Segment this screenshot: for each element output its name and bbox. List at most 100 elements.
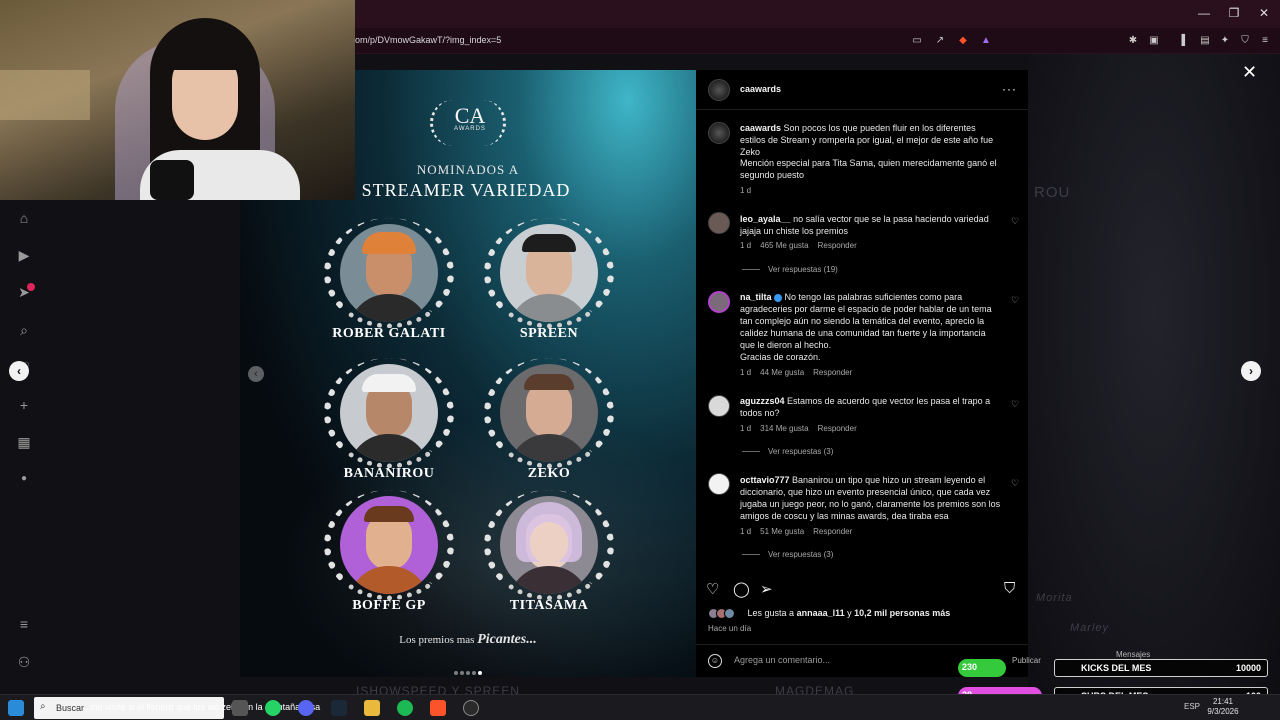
search-icon[interactable]: ⌕ [15, 321, 33, 339]
nominee-name: BANANIROU [343, 466, 435, 481]
comment-avatar[interactable] [708, 395, 730, 417]
steam-icon[interactable] [331, 700, 347, 716]
brave-browser-icon[interactable] [430, 700, 446, 716]
vpn-icon[interactable]: ⛉ [1238, 34, 1252, 48]
likes-user[interactable]: annaaa_l11 [797, 608, 845, 618]
language-indicator[interactable]: ESP [1184, 702, 1200, 711]
likes-count[interactable]: 10,2 mil personas más [854, 608, 950, 618]
comment-reply-link[interactable]: Responder [813, 527, 852, 536]
comment-like-icon[interactable]: ♡ [1011, 216, 1019, 227]
comment-like-icon[interactable]: ♡ [1011, 399, 1019, 410]
comment-username[interactable]: aguzzzs04 [740, 396, 785, 406]
home-icon[interactable]: ⌂ [15, 209, 33, 227]
share-icon[interactable]: ↗ [933, 34, 947, 48]
url-text[interactable]: om/p/DVmowGakawT/?img_index=5 [355, 35, 501, 45]
microphone-icon [150, 160, 194, 200]
brave-shield-icon[interactable]: ◆ [956, 34, 970, 48]
comment-reply-link[interactable]: Responder [813, 368, 852, 377]
reels-icon[interactable]: ▶ [15, 246, 33, 264]
comment-like-icon[interactable]: ♡ [1011, 295, 1019, 306]
save-icon[interactable]: ⛉ [1004, 580, 1015, 597]
close-window-button[interactable]: ✕ [1256, 6, 1272, 20]
comment-meta: 1 d 314 Me gusta Responder [740, 424, 866, 433]
kicks-goal: 10000 [1235, 663, 1261, 673]
leo-ai-icon[interactable]: ✦ [1218, 34, 1232, 48]
menu-icon[interactable]: ≡ [15, 615, 33, 633]
nominee-name: SPREEN [519, 326, 579, 341]
view-replies-label[interactable]: Ver respuestas (19) [768, 265, 838, 274]
webcam-bangs [166, 36, 246, 70]
view-replies[interactable]: Ver respuestas (19) [742, 265, 838, 274]
minimize-button[interactable]: — [1196, 6, 1212, 20]
maximize-button[interactable]: ❐ [1226, 6, 1242, 20]
caption-username[interactable]: caawards [740, 123, 781, 133]
wallet-icon[interactable]: ▤ [1198, 34, 1212, 48]
extensions-icon[interactable]: ✱ [1126, 34, 1140, 48]
brave-rewards-icon[interactable]: ▲ [979, 34, 993, 48]
taskbar-search-placeholder[interactable]: Buscar [56, 703, 84, 713]
post-actions: ♡ ◯ ➢ ⛉ [696, 578, 1028, 602]
view-replies[interactable]: Ver respuestas (3) [742, 550, 833, 559]
profile-icon[interactable]: ● [15, 470, 33, 488]
comment-username[interactable]: leo_ayala__ [740, 214, 791, 224]
comment-likes[interactable]: 465 Me gusta [760, 241, 808, 250]
clock-date: 9/3/2026 [1207, 707, 1239, 716]
comment-reply-link[interactable]: Responder [818, 241, 857, 250]
comment-username[interactable]: na_tilta [740, 292, 772, 302]
like-icon[interactable]: ♡ [706, 580, 719, 598]
webcam-shelf [0, 70, 90, 120]
more-options-icon[interactable]: ··· [1002, 82, 1017, 96]
clock[interactable]: 21:41 9/3/2026 [1200, 697, 1246, 717]
add-comment-input[interactable]: Agrega un comentario... [734, 655, 830, 665]
caption-avatar[interactable] [708, 122, 730, 144]
author-username[interactable]: caawards [740, 84, 781, 94]
task-view-icon[interactable] [232, 700, 248, 716]
replies-line [742, 451, 760, 453]
premios-tagline: Los premios mas Picantes... [240, 632, 696, 648]
obs-icon[interactable] [463, 700, 479, 716]
next-post-button[interactable]: › [1241, 361, 1261, 381]
dashboard-icon[interactable]: ▦ [15, 433, 33, 451]
share-icon[interactable]: ➢ [760, 580, 773, 598]
comment-avatar[interactable] [708, 212, 730, 234]
whatsapp-icon[interactable] [265, 700, 281, 716]
nominee-spreen: SPREEN [484, 218, 614, 348]
comment-avatar[interactable] [708, 473, 730, 495]
start-icon[interactable] [8, 700, 24, 716]
comment-like-icon[interactable]: ♡ [1011, 478, 1019, 489]
comment-likes[interactable]: 51 Me gusta [760, 527, 804, 536]
kicks-label: KICKS DEL MES [1081, 663, 1152, 673]
ca-awards-logo-sub: AWARDS [454, 126, 486, 132]
comment-likes[interactable]: 44 Me gusta [760, 368, 804, 377]
view-replies-label[interactable]: Ver respuestas (3) [768, 550, 833, 559]
view-replies[interactable]: Ver respuestas (3) [742, 447, 833, 456]
likes-prefix: Les gusta a [747, 608, 795, 618]
bookmark-manager-icon[interactable]: ▣ [1147, 34, 1161, 48]
nominee-name: ZEKO [527, 466, 571, 481]
replies-line [742, 554, 760, 556]
spotify-icon[interactable] [397, 700, 413, 716]
close-icon[interactable]: ✕ [1242, 62, 1257, 83]
meta-icon[interactable]: ⚇ [15, 653, 33, 671]
comment-avatar[interactable] [708, 291, 730, 313]
create-icon[interactable]: + [15, 396, 33, 414]
prev-post-button[interactable]: ‹ [9, 361, 29, 381]
comment-likes[interactable]: 314 Me gusta [760, 424, 808, 433]
browser-menu-icon[interactable]: ≡ [1258, 34, 1272, 48]
view-replies-label[interactable]: Ver respuestas (3) [768, 447, 833, 456]
bg-text-morita: Morita [1036, 592, 1073, 604]
carousel-prev-button[interactable]: ‹ [248, 366, 264, 382]
overlay-mensajes: Mensajes [1116, 650, 1151, 659]
file-explorer-icon[interactable] [364, 700, 380, 716]
discord-icon[interactable] [298, 700, 314, 716]
author-avatar[interactable] [708, 79, 730, 101]
bg-text-marley: Marley [1070, 622, 1110, 634]
emoji-icon[interactable]: ☺ [708, 654, 722, 668]
comment-icon[interactable]: ◯ [733, 580, 750, 598]
comment-reply-link[interactable]: Responder [818, 424, 857, 433]
carousel-dot-active [478, 671, 482, 675]
comment-username[interactable]: octtavio777 [740, 475, 790, 485]
caption-text: caawards Son pocos los que pueden fluir … [740, 122, 1002, 158]
cast-icon[interactable]: ▭ [910, 34, 924, 48]
sidebar-toggle-icon[interactable]: ▌ [1178, 34, 1192, 48]
